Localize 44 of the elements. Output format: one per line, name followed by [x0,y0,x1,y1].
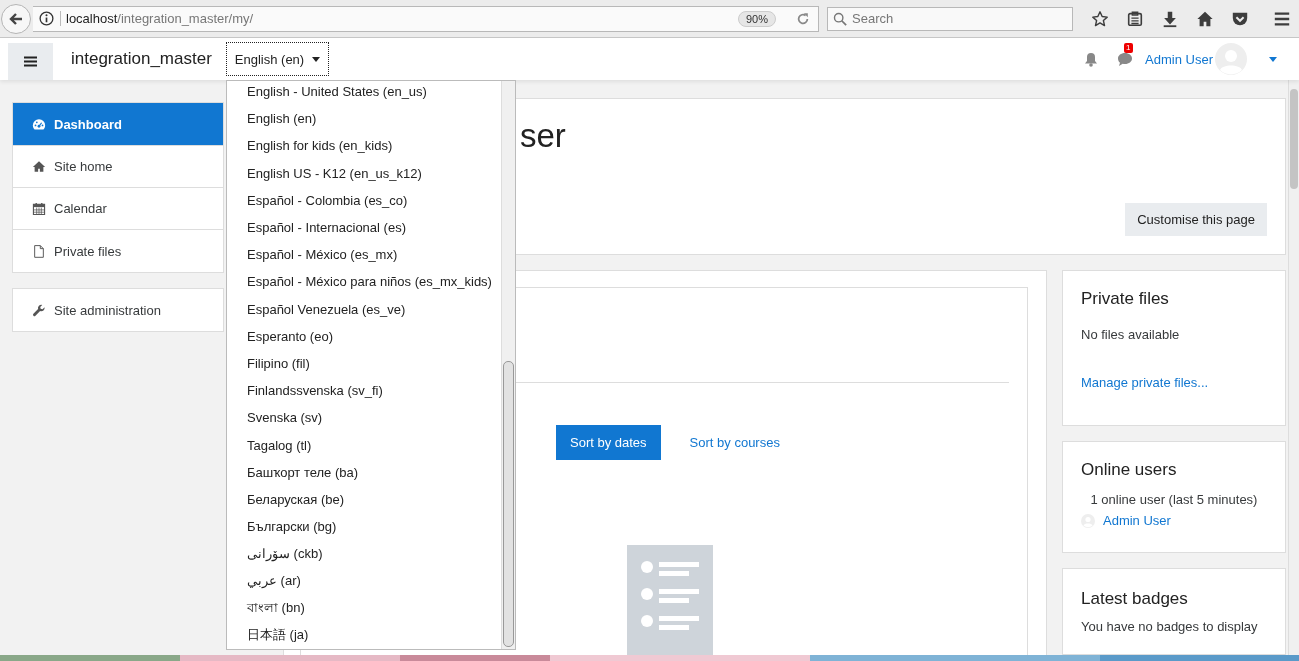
page-title: ser [520,117,567,155]
user-link[interactable]: Admin User [1103,513,1171,528]
url-text: localhost/integration_master/my/ [60,11,732,26]
language-selector[interactable]: English (en) [225,42,330,76]
file-icon [32,244,46,258]
dashboard-icon [32,117,46,131]
block-text: 1 online user (last 5 minutes) [1089,492,1259,507]
scrollbar-thumb[interactable] [1290,89,1298,189]
address-bar[interactable]: localhost/integration_master/my/ 90% [33,5,819,32]
user-name[interactable]: Admin User [1145,51,1213,67]
back-arrow-icon [8,10,24,27]
home-icon[interactable] [1196,9,1214,28]
bell-icon[interactable] [1084,51,1099,67]
sort-tab[interactable]: Sort by courses [675,425,794,460]
search-field[interactable]: Search [827,6,1073,31]
reload-icon[interactable] [796,11,810,26]
wrench-icon [32,303,46,317]
menu-icon[interactable] [1273,9,1291,28]
reading-list-icon[interactable] [1126,9,1144,28]
zoom-level[interactable]: 90% [737,10,776,27]
scrollbar-thumb[interactable] [503,361,514,647]
chat-icon[interactable] [1117,51,1134,67]
customise-button[interactable]: Customise this page [1125,203,1267,236]
download-icon[interactable] [1161,9,1179,28]
site-name[interactable]: integration_master [71,49,212,69]
caret-icon[interactable] [1269,56,1277,62]
block-title: Latest badges [1081,589,1189,609]
nav-item[interactable]: Dashboard [13,103,223,146]
menu-button[interactable] [8,43,53,80]
menu-icon [24,56,37,67]
info-icon [39,11,54,26]
back-button[interactable] [1,3,31,34]
sort-tab[interactable]: Sort by dates [556,425,661,460]
message-count: 1 [1124,43,1133,53]
block-text: No files available [1081,327,1181,342]
star-icon[interactable] [1091,9,1109,28]
search-icon [833,11,847,26]
block-title: Private files [1081,289,1170,309]
home-icon [32,160,46,173]
block-title: Online users [1081,460,1178,480]
caret-icon [312,56,321,62]
manage-files-link[interactable]: Manage private files... [1081,375,1267,390]
block-text: You have no badges to display [1081,619,1259,634]
calendar-icon [32,202,46,215]
